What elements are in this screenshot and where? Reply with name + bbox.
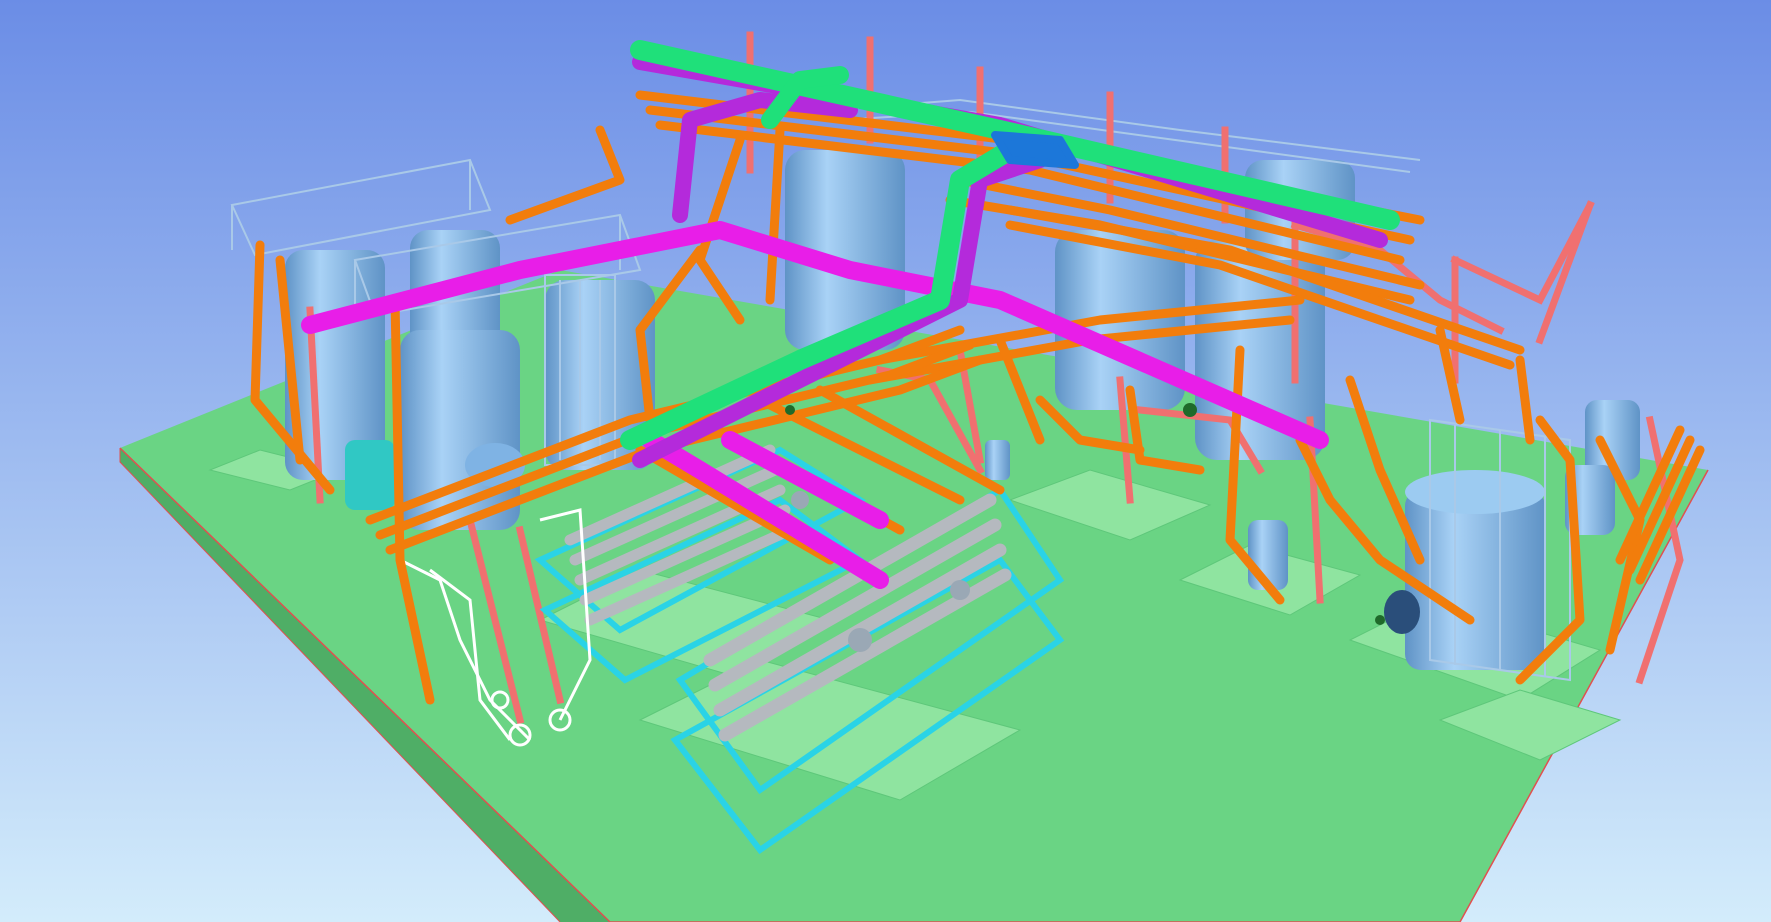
- tank-right-large-top: [1405, 470, 1545, 514]
- filter-vessel-mid[interactable]: [985, 440, 1010, 480]
- tank-right-manway: [1384, 590, 1420, 634]
- pump-teal[interactable]: [345, 440, 395, 510]
- plant-3d-model[interactable]: [0, 0, 1771, 922]
- header-blue-junction: [991, 131, 1079, 169]
- tank-right-large[interactable]: [1405, 490, 1545, 670]
- 3d-model-viewport[interactable]: [0, 0, 1771, 922]
